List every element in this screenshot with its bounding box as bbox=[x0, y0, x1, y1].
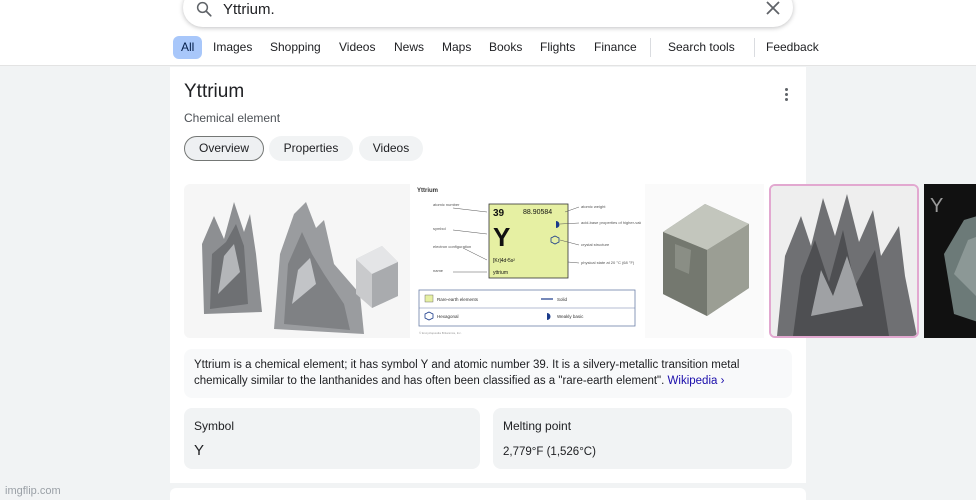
element-atomic-number: 39 bbox=[493, 208, 505, 219]
fact-value: 2,779°F (1,526°C) bbox=[503, 446, 596, 458]
element-label-atomic-number: atomic number bbox=[433, 202, 460, 207]
element-credit: © Encyclopædia Britannica, Inc. bbox=[419, 331, 462, 335]
element-symbol: Y bbox=[493, 222, 510, 252]
tab-images[interactable]: Images bbox=[213, 36, 252, 59]
watermark: imgflip.com bbox=[5, 485, 61, 497]
element-label-electron-configuration: electron configuration bbox=[433, 244, 471, 249]
tab-flights[interactable]: Flights bbox=[540, 36, 575, 59]
image-yttrium-crystals[interactable] bbox=[184, 184, 410, 338]
tab-maps[interactable]: Maps bbox=[442, 36, 471, 59]
panel-title: Yttrium bbox=[184, 81, 245, 102]
close-icon[interactable] bbox=[765, 0, 781, 16]
element-config: [Kr]4d¹5s² bbox=[493, 258, 515, 264]
search-icon[interactable] bbox=[195, 0, 213, 18]
chip-overview[interactable]: Overview bbox=[184, 136, 264, 161]
wikipedia-link[interactable]: Wikipedia › bbox=[668, 375, 725, 387]
element-label-symbol: symbol bbox=[433, 226, 446, 231]
image-element-card[interactable]: Yttrium atomic number symbol electron co… bbox=[413, 184, 641, 338]
chip-properties[interactable]: Properties bbox=[269, 136, 353, 161]
tab-shopping[interactable]: Shopping bbox=[270, 36, 321, 59]
legend-rare-earth: Rare-earth elements bbox=[437, 297, 479, 302]
image-yttrium-closeup[interactable] bbox=[769, 184, 919, 338]
element-atomic-weight: 88.90584 bbox=[523, 209, 552, 216]
thumbnail-letter: Y bbox=[930, 195, 943, 217]
tab-videos[interactable]: Videos bbox=[339, 36, 375, 59]
tab-news[interactable]: News bbox=[394, 36, 424, 59]
panel-subtitle: Chemical element bbox=[184, 111, 281, 125]
description-text: Yttrium is a chemical element; it has sy… bbox=[194, 359, 740, 387]
fact-melting-point[interactable]: Melting point 2,779°F (1,526°C) bbox=[493, 408, 792, 469]
tab-feedback[interactable]: Feedback bbox=[766, 36, 819, 59]
image-yttrium-sample[interactable]: Y bbox=[924, 184, 976, 338]
tab-books[interactable]: Books bbox=[489, 36, 522, 59]
tab-divider bbox=[754, 38, 755, 57]
element-label-physical-state: physical state at 20 °C (68 °F) bbox=[581, 260, 635, 265]
tab-finance[interactable]: Finance bbox=[594, 36, 637, 59]
element-label-atomic-weight: atomic weight bbox=[581, 204, 606, 209]
fact-label: Melting point bbox=[503, 419, 572, 433]
search-box[interactable]: Yttrium. bbox=[183, 0, 793, 27]
search-input[interactable]: Yttrium. bbox=[223, 1, 275, 18]
element-label-acid-base: acid-base properties of higher-valence o… bbox=[581, 220, 641, 225]
legend-hexagonal: Hexagonal bbox=[437, 314, 459, 319]
element-card-name: Yttrium bbox=[417, 188, 438, 194]
legend-solid: Solid bbox=[557, 297, 568, 302]
chip-videos[interactable]: Videos bbox=[359, 136, 423, 161]
description: Yttrium is a chemical element; it has sy… bbox=[184, 349, 792, 398]
tab-divider bbox=[650, 38, 651, 57]
more-options-icon[interactable] bbox=[780, 87, 792, 103]
top-bar: Yttrium. All Images Shopping Videos News… bbox=[0, 0, 976, 66]
element-card-label-name: yttrium bbox=[493, 270, 508, 276]
fact-label: Symbol bbox=[194, 419, 235, 433]
element-label-name: name bbox=[433, 268, 444, 273]
element-label-crystal-structure: crystal structure bbox=[581, 242, 610, 247]
knowledge-panel: Yttrium Chemical element Overview Proper… bbox=[170, 67, 976, 483]
image-yttrium-cube[interactable] bbox=[645, 184, 764, 338]
tab-search-tools[interactable]: Search tools bbox=[668, 36, 735, 59]
legend-weakly-basic: Weakly basic bbox=[557, 314, 584, 319]
next-panel bbox=[170, 488, 806, 500]
tab-all[interactable]: All bbox=[173, 36, 203, 59]
fact-value: Y bbox=[194, 442, 205, 459]
fact-symbol[interactable]: Symbol Y bbox=[184, 408, 480, 469]
